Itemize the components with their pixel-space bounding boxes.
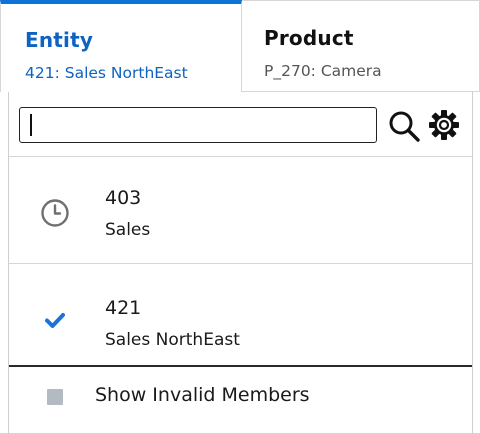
tab-product-selection: P_270: Camera: [264, 62, 382, 80]
list-item[interactable]: 421 Sales NorthEast: [9, 264, 472, 370]
tab-entity-selection: 421: Sales NorthEast: [25, 64, 188, 82]
member-name: Sales: [105, 220, 151, 240]
tab-entity-title: Entity: [25, 28, 94, 52]
clock-icon: [41, 199, 69, 227]
member-name: Sales NorthEast: [105, 330, 240, 350]
dimension-tabs: Entity 421: Sales NorthEast Product P_27…: [0, 0, 480, 92]
show-invalid-members-checkbox[interactable]: [47, 389, 63, 405]
list-item[interactable]: 403 Sales: [9, 157, 472, 263]
show-invalid-members-toggle[interactable]: Show Invalid Members: [9, 368, 472, 432]
member-code: 421: [105, 297, 142, 319]
text-cursor: [30, 114, 32, 136]
gear-icon[interactable]: [427, 108, 461, 142]
tab-entity[interactable]: Entity 421: Sales NorthEast: [0, 0, 242, 92]
member-code: 403: [105, 187, 142, 209]
member-selector: Entity 421: Sales NorthEast Product P_27…: [0, 0, 480, 433]
divider: [9, 365, 472, 367]
tab-product[interactable]: Product P_270: Camera: [242, 0, 480, 92]
search-row: [9, 92, 472, 156]
search-icon[interactable]: [387, 109, 421, 143]
tab-product-title: Product: [264, 26, 354, 50]
search-input[interactable]: [19, 107, 377, 143]
member-dropdown-panel: 403 Sales 421 Sales NorthEast Show Inval…: [8, 92, 473, 433]
show-invalid-members-label: Show Invalid Members: [95, 384, 310, 406]
checkmark-icon: [45, 313, 65, 328]
